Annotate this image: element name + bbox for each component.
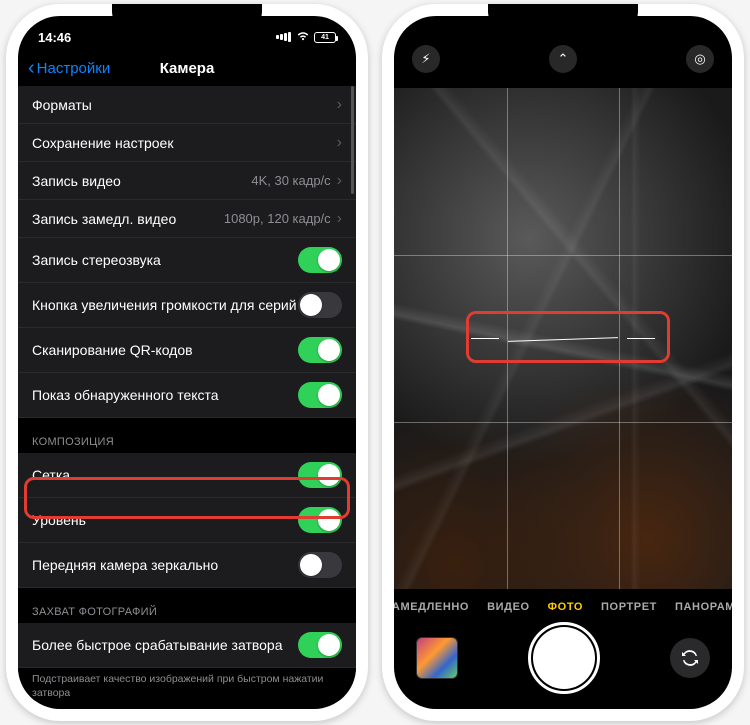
toggle-level[interactable] [298,507,342,533]
phone-mock-left: 14:46 41 ‹ Настройки Камера Форматы › [6,4,368,721]
row-faster-shutter[interactable]: Более быстрое срабатывание затвора [18,623,356,668]
row-label: Показ обнаруженного текста [32,387,298,403]
mode-pano[interactable]: ПАНОРАМА [675,601,732,613]
switch-camera-icon [680,648,700,668]
scroll-indicator [351,86,354,194]
live-photo-button[interactable]: ◎ [686,45,714,73]
chevron-right-icon: › [337,96,342,114]
notch [488,4,638,28]
row-detail: 4K, 30 кадр/с [251,173,330,188]
flash-button[interactable]: ⚡︎ [412,45,440,73]
row-slomo[interactable]: Запись замедл. видео 1080p, 120 кадр/с › [18,200,356,238]
wifi-icon [296,30,310,44]
row-label: Передняя камера зеркально [32,557,298,573]
row-label: Более быстрое срабатывание затвора [32,637,298,653]
row-label: Запись видео [32,173,251,189]
status-indicators: 41 [276,30,336,44]
highlight-level-indicator [466,311,670,363]
chevron-right-icon: › [337,134,342,152]
row-label: Кнопка увеличения громкости для серий [32,297,298,313]
back-button[interactable]: ‹ Настройки [28,58,110,78]
camera-bottom-bar [394,621,732,709]
switch-camera-button[interactable] [670,638,710,678]
last-photo-thumbnail[interactable] [416,637,458,679]
toggle-detected-text[interactable] [298,382,342,408]
grid-line-h1 [394,255,732,256]
toggle-faster-shutter[interactable] [298,632,342,658]
status-time: 14:46 [38,30,71,45]
chevron-right-icon: › [337,172,342,190]
toggle-stereo[interactable] [298,247,342,273]
row-grid[interactable]: Сетка [18,453,356,498]
toggle-grid[interactable] [298,462,342,488]
mode-video[interactable]: ВИДЕО [487,601,530,613]
row-label: Сетка [32,467,298,483]
shutter-button[interactable] [533,627,595,689]
section-footer-faster: Подстраивает качество изображений при бы… [18,668,356,701]
toggle-qr[interactable] [298,337,342,363]
row-formats[interactable]: Форматы › [18,86,356,124]
camera-controls-expand-button[interactable]: ⌃ [549,45,577,73]
mode-slow[interactable]: ЗАМЕДЛЕННО [394,601,469,613]
toggle-mirror-front[interactable] [298,552,342,578]
row-preserve-settings[interactable]: Сохранение настроек › [18,124,356,162]
row-label: Сохранение настроек [32,135,337,151]
chevron-up-icon: ⌃ [558,51,569,67]
row-stereo[interactable]: Запись стереозвука [18,238,356,283]
section-header-composition: КОМПОЗИЦИЯ [18,418,356,453]
row-detail: 1080p, 120 кадр/с [224,211,331,226]
notch [112,4,262,28]
row-level[interactable]: Уровень [18,498,356,543]
row-label: Запись замедл. видео [32,211,224,227]
row-label: Сканирование QR-кодов [32,342,298,358]
chevron-right-icon: › [337,210,342,228]
nav-title: Камера [160,60,215,77]
settings-list[interactable]: Форматы › Сохранение настроек › Запись в… [18,86,356,701]
live-off-icon: ◎ [694,51,705,67]
grid-line-h2 [394,422,732,423]
row-volume-burst[interactable]: Кнопка увеличения громкости для серий [18,283,356,328]
row-label: Запись стереозвука [32,252,298,268]
row-label: Уровень [32,512,298,528]
back-label: Настройки [37,60,111,77]
navigation-bar: ‹ Настройки Камера [18,52,356,86]
mode-photo[interactable]: ФОТО [548,601,583,613]
settings-screen: 14:46 41 ‹ Настройки Камера Форматы › [18,16,356,709]
flash-icon: ⚡︎ [421,51,430,67]
camera-screen: ⚡︎ ⌃ ◎ ЗАМЕДЛЕННО ВИДЕО ФОТО ПОРТ [394,16,732,709]
row-record-video[interactable]: Запись видео 4K, 30 кадр/с › [18,162,356,200]
viewfinder[interactable] [394,88,732,589]
section-header-capture: ЗАХВАТ ФОТОГРАФИЙ [18,588,356,623]
row-label: Форматы [32,97,337,113]
phone-mock-right: ⚡︎ ⌃ ◎ ЗАМЕДЛЕННО ВИДЕО ФОТО ПОРТ [382,4,744,721]
row-mirror-front[interactable]: Передняя камера зеркально [18,543,356,588]
camera-mode-selector[interactable]: ЗАМЕДЛЕННО ВИДЕО ФОТО ПОРТРЕТ ПАНОРАМА [394,589,732,621]
row-qr[interactable]: Сканирование QR-кодов [18,328,356,373]
row-detected-text[interactable]: Показ обнаруженного текста [18,373,356,418]
cellular-signal-icon [276,32,292,42]
battery-icon: 41 [314,32,336,43]
toggle-volume-burst[interactable] [298,292,342,318]
chevron-left-icon: ‹ [28,58,35,78]
mode-portrait[interactable]: ПОРТРЕТ [601,601,657,613]
